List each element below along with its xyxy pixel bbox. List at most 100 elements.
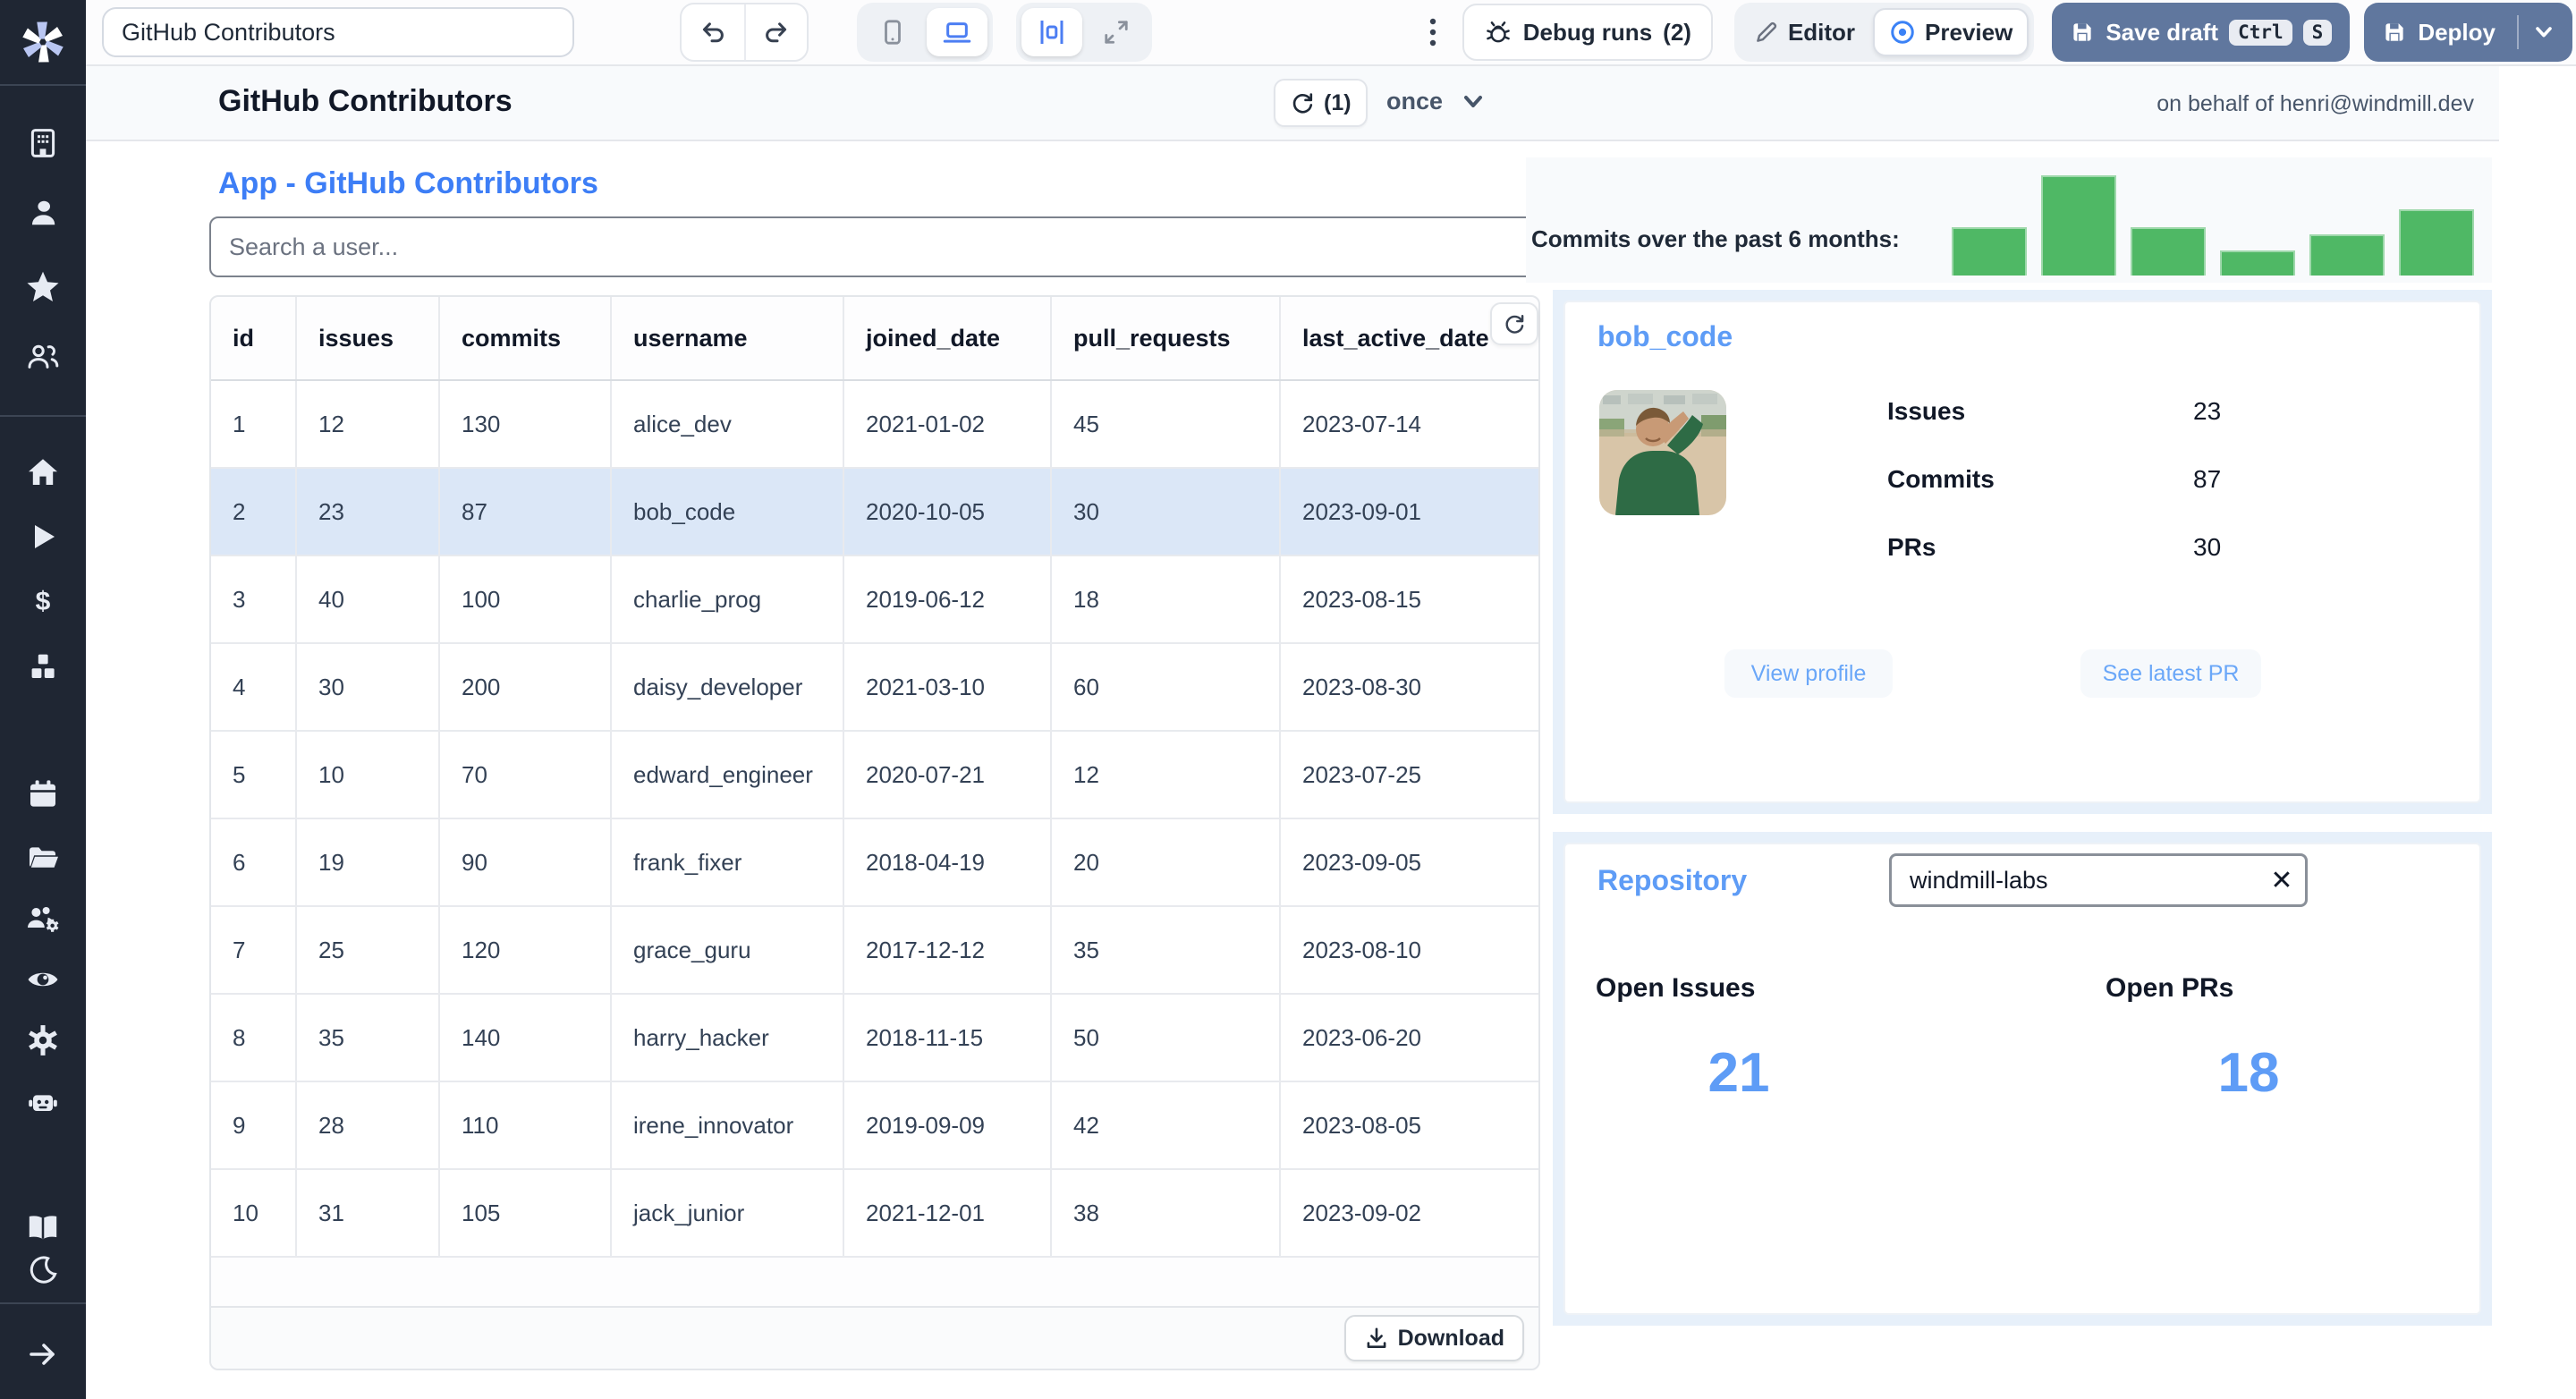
table-row[interactable]: 10 31 105 jack_junior 2021-12-01 38 2023-09-02 [211, 1170, 1538, 1258]
editor-preview-toggle: Editor Preview [1733, 3, 2035, 62]
on-behalf-text: on behalf of henri@windmill.dev [2157, 91, 2474, 116]
column-header: username [612, 297, 844, 379]
more-options-kebab[interactable] [1428, 16, 1437, 48]
view-profile-button[interactable]: View profile [1724, 649, 1893, 698]
table-row[interactable]: 3 40 100 charlie_prog 2019-06-12 18 2023-08-15 [211, 556, 1538, 644]
table-cell: 2 [211, 469, 297, 555]
app-name-input[interactable] [102, 7, 574, 57]
calendar-icon[interactable] [0, 778, 86, 810]
bar [2399, 209, 2474, 276]
table-cell: 90 [440, 819, 612, 905]
table-refresh-button[interactable] [1490, 302, 1538, 345]
table-row[interactable]: 1 12 130 alice_dev 2021-01-02 45 2023-07-14 [211, 381, 1538, 469]
clear-input-icon[interactable]: ✕ [2258, 865, 2305, 896]
fullscreen-button[interactable] [1086, 8, 1147, 56]
dollar-icon[interactable]: $ [0, 585, 86, 617]
table-row[interactable]: 6 19 90 frank_fixer 2018-04-19 20 2023-09-05 [211, 819, 1538, 907]
kbd-ctrl: Ctrl [2229, 19, 2292, 46]
sidebar: $ [0, 0, 86, 1399]
eye-icon[interactable] [0, 962, 86, 996]
book-icon[interactable] [0, 1211, 86, 1245]
undo-button[interactable] [682, 4, 744, 60]
building-icon[interactable] [0, 127, 86, 159]
table-cell: 2018-11-15 [844, 995, 1052, 1081]
avatar-photo [1599, 390, 1726, 515]
table-cell: 50 [1052, 995, 1281, 1081]
save-draft-button[interactable]: Save draft Ctrl S [2052, 3, 2351, 62]
mobile-view-button[interactable] [862, 8, 923, 56]
table-cell: 31 [297, 1170, 440, 1256]
table-cell: 19 [297, 819, 440, 905]
user-icon[interactable] [0, 197, 86, 229]
table-row[interactable]: 8 35 140 harry_hacker 2018-11-15 50 2023-06-20 [211, 995, 1538, 1082]
users-gear-icon[interactable] [0, 902, 86, 936]
table-cell: 35 [1052, 907, 1281, 993]
stat-value: 87 [2193, 465, 2222, 493]
bar [2220, 250, 2295, 276]
table-cell: 2023-09-02 [1302, 1199, 1421, 1226]
star-icon[interactable] [0, 270, 86, 304]
table-cell: 2023-06-20 [1302, 1023, 1421, 1051]
table-cell: daisy_developer [612, 644, 844, 730]
table-cell: 120 [440, 907, 612, 993]
preview-tab[interactable]: Preview [1873, 8, 2029, 56]
search-input[interactable] [209, 216, 1540, 277]
redo-button[interactable] [744, 4, 807, 60]
download-icon [1364, 1326, 1389, 1351]
folder-icon[interactable] [0, 841, 86, 875]
gear-icon[interactable] [0, 1023, 86, 1057]
undo-redo-group [680, 3, 809, 62]
table-cell: 2020-10-05 [844, 469, 1052, 555]
deploy-button[interactable]: Deploy [2364, 3, 2572, 62]
table-cell: alice_dev [612, 381, 844, 467]
stat-label: Commits [1887, 465, 1995, 493]
table-cell: 25 [297, 907, 440, 993]
see-latest-pr-button[interactable]: See latest PR [2080, 649, 2261, 698]
table-cell: 2017-12-12 [844, 907, 1052, 993]
table-row[interactable]: 7 25 120 grace_guru 2017-12-12 35 2023-08-10 [211, 907, 1538, 995]
table-cell: 2023-08-15 [1302, 585, 1421, 613]
table-cell: 2021-12-01 [844, 1170, 1052, 1256]
stat-value: 23 [2193, 397, 2222, 425]
table-row[interactable]: 5 10 70 edward_engineer 2020-07-21 12 2023-07-… [211, 732, 1538, 819]
windmill-logo[interactable] [0, 0, 86, 86]
desktop-view-button[interactable] [927, 8, 987, 56]
table-cell: 45 [1052, 381, 1281, 467]
debug-runs-button[interactable]: Debug runs (2) [1462, 4, 1713, 61]
center-layout-button[interactable] [1021, 8, 1082, 56]
repo-card-title: Repository [1597, 864, 1748, 896]
table-cell: 42 [1052, 1082, 1281, 1168]
contributors-table: id issues commits username joined_date pull_r… [209, 295, 1540, 1370]
table-cell: 110 [440, 1082, 612, 1168]
home-icon[interactable] [0, 456, 86, 488]
table-cell: 6 [211, 819, 297, 905]
users-icon[interactable] [0, 340, 86, 374]
play-icon[interactable] [0, 521, 86, 553]
table-cell: 30 [297, 644, 440, 730]
stat-label: Issues [1887, 397, 1966, 425]
app-refresh-button[interactable]: (1) [1274, 79, 1368, 127]
schedule-dropdown[interactable]: once [1386, 88, 1486, 115]
table-row[interactable]: 9 28 110 irene_innovator 2019-09-09 42 2023-08… [211, 1082, 1538, 1170]
download-button[interactable]: Download [1343, 1315, 1524, 1361]
arrow-right-icon[interactable] [0, 1338, 86, 1370]
table-cell: 9 [211, 1082, 297, 1168]
repository-input[interactable] [1892, 866, 2258, 895]
table-cell: 70 [440, 732, 612, 818]
moon-icon[interactable] [0, 1254, 86, 1286]
table-cell: harry_hacker [612, 995, 844, 1081]
table-cell: 4 [211, 644, 297, 730]
table-cell: 2023-07-25 [1302, 760, 1421, 788]
svg-text:$: $ [36, 587, 51, 616]
editor-tab[interactable]: Editor [1740, 8, 1869, 56]
schedule-label: once [1386, 88, 1444, 114]
table-row[interactable]: 2 23 87 bob_code 2020-10-05 30 2023-09-01 [211, 469, 1538, 556]
cubes-icon[interactable] [0, 651, 86, 683]
table-cell: irene_innovator [612, 1082, 844, 1168]
windmill-app-window: $ GitHub Contributors Debug runs (2) Edi… [0, 0, 2576, 1399]
stat-value: 30 [2193, 533, 2222, 561]
table-cell: 2023-09-01 [1302, 497, 1421, 525]
table-row[interactable]: 4 30 200 daisy_developer 2021-03-10 60 2023-08… [211, 644, 1538, 732]
robot-icon[interactable] [0, 1086, 86, 1120]
deploy-dropdown-chevron[interactable] [2533, 21, 2555, 43]
